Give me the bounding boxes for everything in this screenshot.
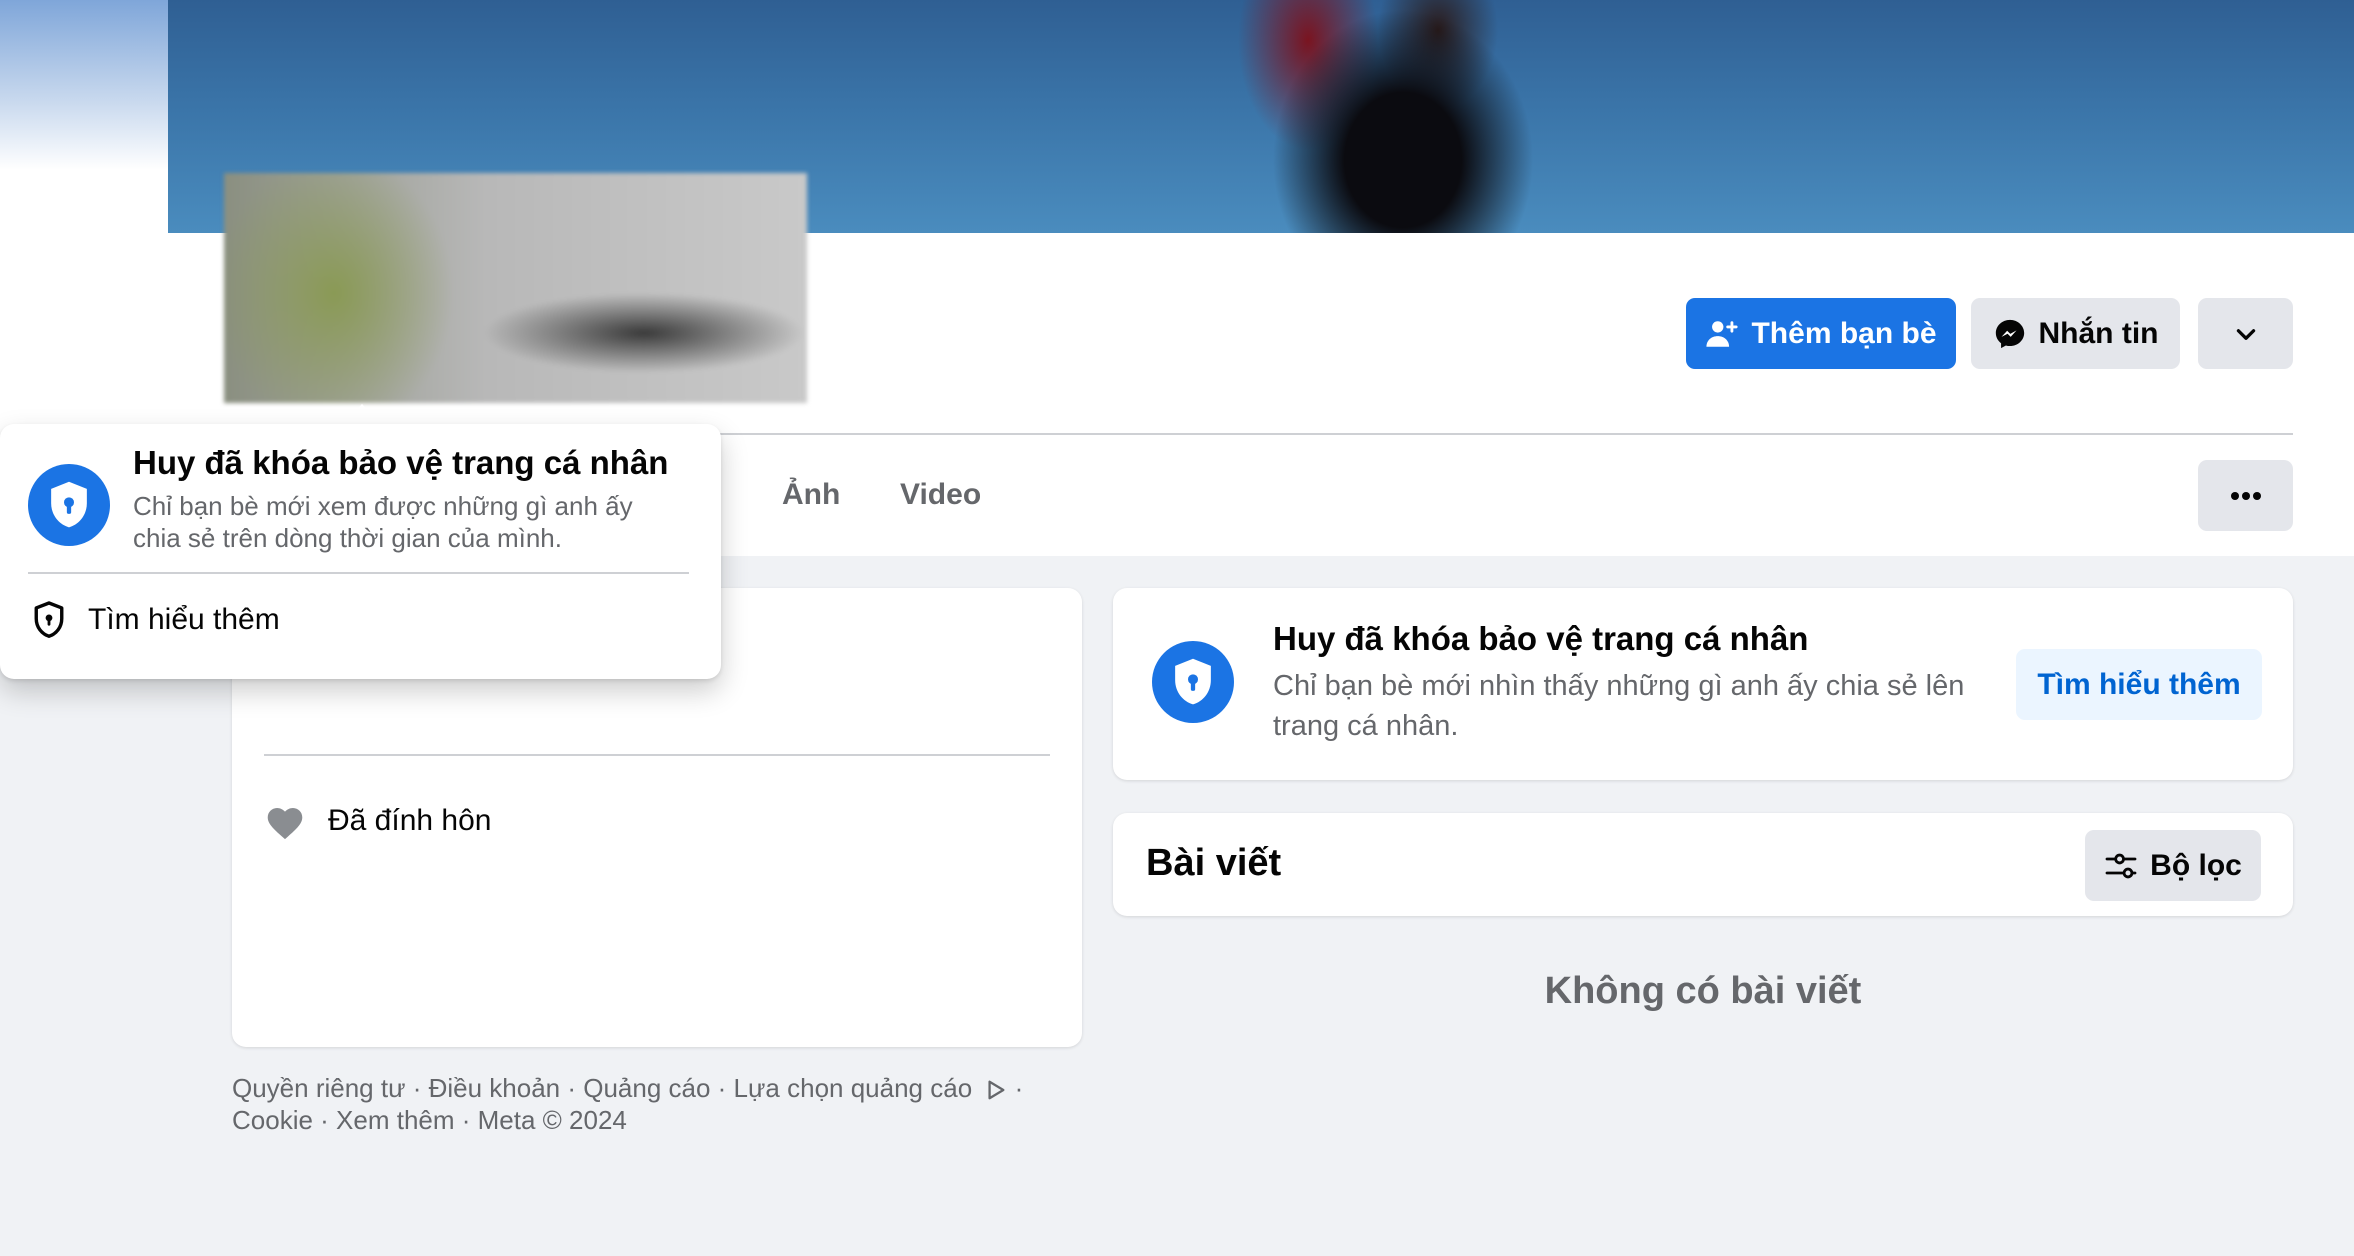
- filter-icon: [2105, 853, 2137, 878]
- add-friend-icon: [1706, 320, 1739, 347]
- message-button[interactable]: Nhắn tin: [1971, 298, 2180, 369]
- tab-photos[interactable]: Ảnh: [782, 478, 840, 512]
- footer-line-1[interactable]: Quyền riêng tư · Điều khoản · Quảng cáo …: [232, 1072, 1023, 1104]
- shield-outline-icon: [34, 601, 64, 638]
- filter-button[interactable]: Bộ lọc: [2085, 830, 2261, 901]
- popover-desc-line1: Chỉ bạn bè mới xem được những gì anh ấy: [133, 491, 633, 521]
- popover-title: Huy đã khóa bảo vệ trang cá nhân: [133, 444, 669, 481]
- popover-desc-line2: chia sẻ trên dòng thời gian của mình.: [133, 523, 562, 553]
- tab-videos[interactable]: Video: [900, 478, 981, 512]
- intro-divider: [264, 754, 1050, 756]
- relationship-row: Đã đính hôn: [264, 802, 491, 840]
- popover-arrow: [342, 404, 382, 426]
- footer-links: Quyền riêng tư · Điều khoản · Quảng cáo …: [232, 1072, 1023, 1136]
- popover-divider: [28, 572, 689, 574]
- lock-card-desc-line1: Chỉ bạn bè mới nhìn thấy những gì anh ấy…: [1273, 670, 1965, 702]
- relationship-status: Đã đính hôn: [328, 804, 492, 837]
- more-options-button[interactable]: [2198, 298, 2293, 369]
- posts-title: Bài viết: [1146, 842, 1282, 884]
- lock-card-desc-line2: trang cá nhân.: [1273, 710, 1459, 742]
- learn-more-button[interactable]: Tìm hiểu thêm: [2016, 649, 2262, 720]
- footer-separator: ·: [1014, 1073, 1024, 1103]
- footer-links-line1[interactable]: Quyền riêng tư · Điều khoản · Quảng cáo …: [232, 1073, 972, 1103]
- popover-description: Chỉ bạn bè mới xem được những gì anh ấy …: [133, 490, 633, 554]
- message-label: Nhắn tin: [2038, 316, 2159, 350]
- footer-links-line2[interactable]: Cookie · Xem thêm · Meta © 2024: [232, 1104, 1023, 1136]
- tabs-more-button[interactable]: [2198, 460, 2293, 531]
- no-posts-message: Không có bài viết: [1544, 970, 1862, 1012]
- page-edge-background: [0, 0, 168, 170]
- profile-name-blurred: [224, 173, 807, 403]
- lock-card-description: Chỉ bạn bè mới nhìn thấy những gì anh ấy…: [1273, 666, 1964, 746]
- lock-card-title: Huy đã khóa bảo vệ trang cá nhân: [1273, 620, 1809, 657]
- filter-label: Bộ lọc: [2150, 848, 2242, 882]
- add-friend-button[interactable]: Thêm bạn bè: [1686, 298, 1956, 369]
- ad-choices-icon: [988, 1080, 1005, 1100]
- messenger-icon: [1995, 319, 2024, 348]
- profile-locked-popover: Huy đã khóa bảo vệ trang cá nhân Chỉ bạn…: [0, 424, 721, 679]
- chevron-down-icon: [2236, 328, 2255, 340]
- posts-card: Bài viết Bộ lọc: [1113, 813, 2293, 916]
- popover-shield-lock-icon: [28, 464, 110, 546]
- shield-lock-icon: [1152, 641, 1234, 723]
- popover-learn-more[interactable]: Tìm hiểu thêm: [20, 584, 690, 656]
- ellipsis-icon: [2230, 491, 2261, 500]
- heart-icon: [267, 808, 303, 840]
- add-friend-label: Thêm bạn bè: [1751, 316, 1937, 350]
- profile-locked-card: Huy đã khóa bảo vệ trang cá nhân Chỉ bạn…: [1113, 588, 2293, 780]
- popover-learn-more-label: Tìm hiểu thêm: [88, 603, 280, 636]
